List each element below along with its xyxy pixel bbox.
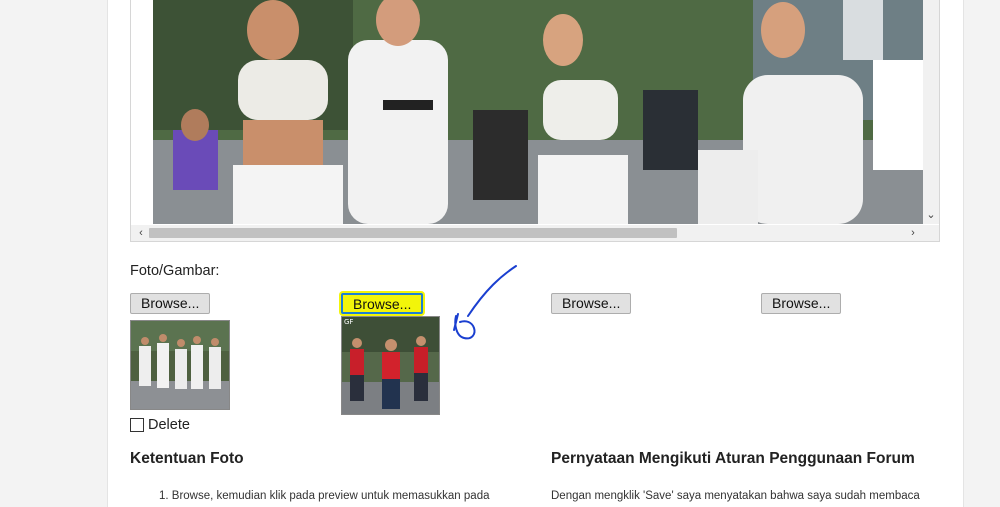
photo-thumbnail-2[interactable]: GF bbox=[341, 316, 440, 415]
delete-option[interactable]: Delete bbox=[130, 417, 190, 433]
chevron-right-icon[interactable]: › bbox=[905, 225, 921, 241]
chevron-left-icon[interactable]: ‹ bbox=[133, 225, 149, 241]
image-preview-frame: ⌄ ‹ › bbox=[130, 0, 940, 242]
pernyataan-title: Pernyataan Mengikuti Aturan Penggunaan F… bbox=[551, 450, 915, 467]
pernyataan-text: Dengan mengklik 'Save' saya menyatakan b… bbox=[551, 490, 920, 502]
hand-drawn-arrow-icon bbox=[453, 265, 517, 340]
preview-photo bbox=[153, 0, 923, 224]
ketentuan-item-1: 1. Browse, kemudian klik pada preview un… bbox=[159, 490, 490, 502]
scrollbar-thumb[interactable] bbox=[149, 228, 677, 238]
ketentuan-foto-title: Ketentuan Foto bbox=[130, 450, 244, 467]
photo-thumbnail-1[interactable] bbox=[130, 320, 230, 410]
browse-button-3[interactable]: Browse... bbox=[551, 293, 632, 314]
browse-button-4[interactable]: Browse... bbox=[761, 293, 842, 314]
browse-button-2[interactable]: Browse... bbox=[341, 293, 424, 314]
horizontal-scrollbar[interactable]: ‹ › bbox=[131, 225, 939, 241]
delete-label: Delete bbox=[148, 417, 190, 433]
foto-gambar-label: Foto/Gambar: bbox=[130, 263, 220, 279]
delete-checkbox[interactable] bbox=[130, 418, 144, 432]
gf-badge: GF bbox=[344, 318, 354, 326]
chevron-down-icon[interactable]: ⌄ bbox=[923, 208, 939, 222]
vertical-scrollbar[interactable]: ⌄ bbox=[923, 0, 939, 224]
browse-button-1[interactable]: Browse... bbox=[130, 293, 211, 314]
